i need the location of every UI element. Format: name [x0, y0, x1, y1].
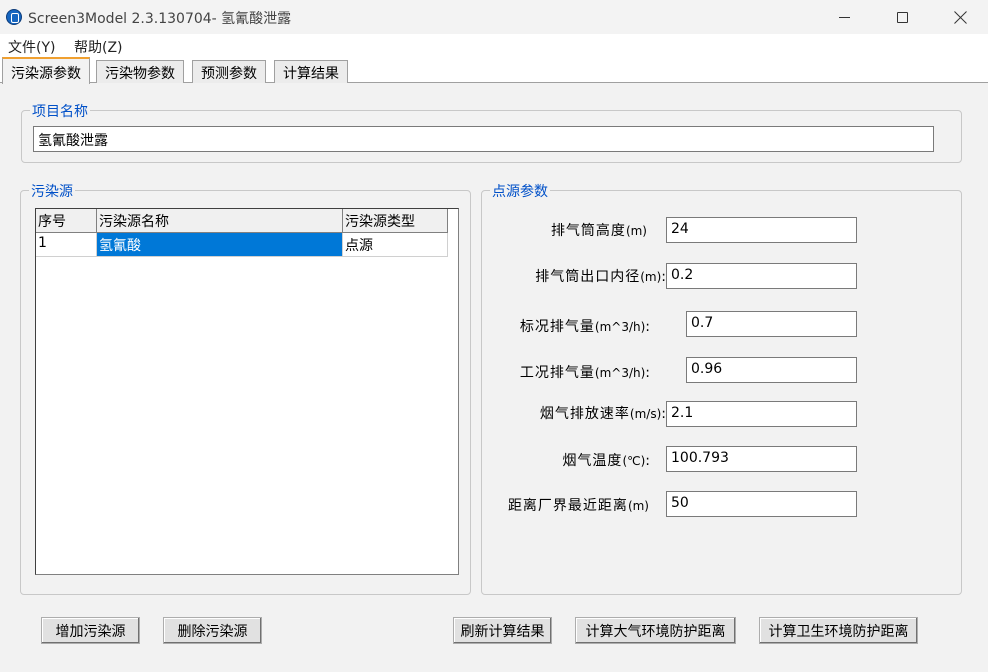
minimize-button[interactable] — [821, 0, 867, 34]
menu-file[interactable]: 文件(Y) — [8, 37, 55, 57]
window-title: Screen3Model 2.3.130704- 氢氰酸泄露 — [28, 11, 292, 27]
emission-velocity-input[interactable]: 2.1 — [666, 401, 857, 427]
title-bar: Screen3Model 2.3.130704- 氢氰酸泄露 — [0, 0, 988, 34]
boundary-distance-label: 距离厂界最近距离(m) — [507, 498, 649, 514]
tab-source-params[interactable]: 污染源参数 — [2, 57, 90, 84]
calc-health-protection-button[interactable]: 计算卫生环境防护距离 — [759, 617, 918, 644]
stack-diameter-input[interactable]: 0.2 — [666, 263, 857, 289]
column-header-type[interactable]: 污染源类型 — [343, 209, 448, 233]
project-name-input[interactable]: 氢氰酸泄露 — [33, 126, 934, 152]
boundary-distance-input[interactable]: 50 — [666, 491, 857, 517]
maximize-icon — [896, 11, 908, 23]
source-list[interactable]: 序号 污染源名称 污染源类型 1 氢氰酸 点源 — [35, 208, 459, 575]
project-name-group: 项目名称 氢氰酸泄露 — [21, 101, 962, 163]
stack-height-label: 排气筒高度(m) — [550, 223, 647, 239]
tab-prediction-params[interactable]: 预测参数 — [192, 60, 266, 83]
stack-height-input[interactable]: 24 — [666, 217, 857, 243]
source-params-panel: 项目名称 氢氰酸泄露 污染源 序号 污染源名称 污染源类型 1 氢氰酸 点源 点… — [0, 83, 988, 672]
row-1-type[interactable]: 点源 — [343, 233, 448, 257]
app-icon — [6, 9, 22, 25]
minimize-icon — [838, 16, 850, 18]
add-source-button[interactable]: 增加污染源 — [41, 617, 140, 644]
maximize-button[interactable] — [879, 0, 925, 34]
row-1-name[interactable]: 氢氰酸 — [97, 233, 343, 257]
menu-bar: 文件(Y) 帮助(Z) — [0, 34, 988, 56]
column-header-index[interactable]: 序号 — [36, 209, 97, 233]
working-exhaust-label: 工况排气量(m^3/h): — [519, 365, 651, 381]
tab-pollutant-params[interactable]: 污染物参数 — [96, 60, 184, 83]
point-source-params-group: 点源参数 排气筒高度(m) 24 排气筒出口内径(m): 0.2 标况排气量(m… — [481, 181, 962, 595]
flue-gas-temp-input[interactable]: 100.793 — [666, 446, 857, 472]
pollution-source-group: 污染源 序号 污染源名称 污染源类型 1 氢氰酸 点源 — [20, 181, 471, 595]
refresh-results-button[interactable]: 刷新计算结果 — [453, 617, 552, 644]
working-exhaust-input[interactable]: 0.96 — [686, 357, 857, 383]
standard-exhaust-label: 标况排气量(m^3/h): — [519, 319, 651, 335]
pollution-source-legend: 污染源 — [29, 181, 75, 201]
column-header-name[interactable]: 污染源名称 — [97, 209, 343, 233]
emission-velocity-label: 烟气排放速率(m/s): — [539, 406, 667, 422]
calc-air-protection-button[interactable]: 计算大气环境防护距离 — [575, 617, 736, 644]
standard-exhaust-input[interactable]: 0.7 — [686, 311, 857, 337]
tab-strip: 污染源参数 污染物参数 预测参数 计算结果 — [0, 56, 988, 84]
project-name-legend: 项目名称 — [30, 101, 90, 121]
close-button[interactable] — [937, 0, 983, 34]
tab-results[interactable]: 计算结果 — [274, 60, 348, 83]
point-source-params-legend: 点源参数 — [490, 181, 550, 201]
menu-help[interactable]: 帮助(Z) — [74, 37, 123, 57]
row-1-index[interactable]: 1 — [36, 233, 97, 257]
stack-diameter-label: 排气筒出口内径(m): — [535, 269, 667, 285]
delete-source-button[interactable]: 删除污染源 — [163, 617, 262, 644]
flue-gas-temp-label: 烟气温度(℃): — [562, 453, 651, 469]
close-icon — [954, 11, 967, 24]
